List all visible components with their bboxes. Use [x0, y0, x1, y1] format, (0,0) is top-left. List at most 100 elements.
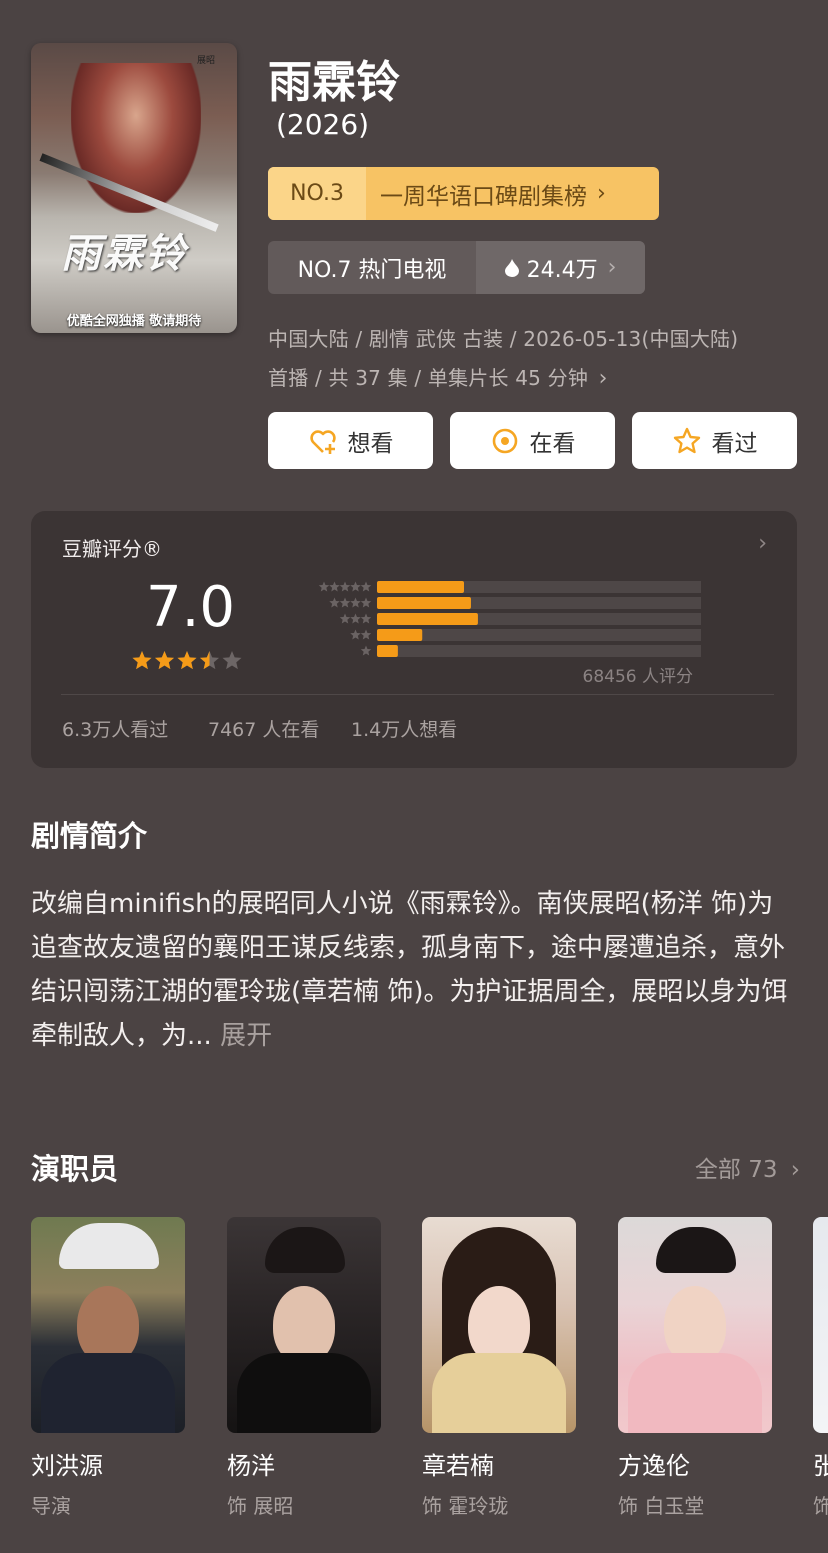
rating-score: 7.0 — [146, 575, 236, 640]
cast-role: 导演 — [31, 1494, 71, 1518]
rating-header: 豆瓣评分® — [62, 537, 162, 561]
cast-name: 方逸伦 — [618, 1452, 690, 1480]
rating-bar — [377, 629, 423, 641]
cast-card[interactable]: 章若楠 饰 霍玲珑 — [422, 1217, 576, 1519]
meta-info-line-2[interactable]: 首播 / 共 37 集 / 单集片长 45 分钟 › — [268, 362, 608, 391]
chevron-right-icon: › — [758, 531, 767, 556]
star-icon — [360, 645, 372, 656]
cast-cap — [59, 1223, 159, 1269]
synopsis-text[interactable]: 改编自minifish的展昭同人小说《雨霖铃》。南侠展昭(杨洋 饰)为追查故友遗… — [31, 882, 797, 1058]
poster-calligraphy: 雨霖铃 — [61, 231, 187, 277]
ranking-badge[interactable]: NO.3 一周华语口碑剧集榜 › — [268, 167, 659, 220]
heat-wrap: 24.4万 › — [476, 241, 645, 294]
star-icon — [329, 581, 340, 592]
flame-icon — [504, 258, 519, 277]
star-icon — [329, 597, 340, 608]
star-icon — [339, 581, 351, 592]
rating-bar-track — [377, 629, 701, 641]
rating-bar-track — [377, 645, 701, 657]
divider — [61, 694, 774, 695]
rating-bar — [377, 597, 471, 609]
watched-button[interactable]: 看过 — [632, 412, 797, 469]
cast-body — [237, 1353, 371, 1433]
cast-photo — [618, 1217, 772, 1433]
synopsis-body: 改编自minifish的展昭同人小说《雨霖铃》。南侠展昭(杨洋 饰)为追查故友遗… — [31, 889, 788, 1051]
cast-body — [432, 1353, 566, 1433]
chevron-right-icon: › — [790, 1157, 800, 1183]
meta-info-line: 中国大陆 / 剧情 武侠 古装 / 2026-05-13(中国大陆) — [268, 327, 739, 351]
cast-name: 章若楠 — [422, 1452, 494, 1480]
star-icon — [360, 597, 372, 608]
synopsis-heading: 剧情简介 — [31, 819, 148, 853]
filled-star-icon — [132, 651, 152, 670]
chevron-right-icon: › — [607, 255, 617, 280]
watching-count: 7467 人在看 — [208, 719, 320, 741]
watching-button[interactable]: 在看 — [450, 412, 615, 469]
cast-role: 饰 — [813, 1494, 828, 1518]
want-to-watch-label: 想看 — [347, 430, 394, 457]
rating-vote-count: 68456 人评分 — [582, 667, 693, 687]
cast-card[interactable]: 杨洋 饰 展昭 — [227, 1217, 381, 1519]
filled-star-icon — [154, 651, 175, 670]
target-icon — [492, 428, 517, 453]
watching-label: 在看 — [529, 430, 576, 457]
cast-card[interactable]: 刘洪源 导演 — [31, 1217, 185, 1519]
rating-bar — [377, 645, 398, 657]
poster-footer: 优酷全网独播 敬请期待 — [66, 314, 202, 329]
cast-hair — [265, 1227, 345, 1273]
rating-card[interactable]: 豆瓣评分® › 7.0 68456 人评分 6.3万人看过 7467 人在看 1… — [31, 511, 797, 768]
heat-value: 24.4万 — [526, 257, 598, 283]
cast-role: 饰 白玉堂 — [618, 1494, 705, 1518]
cast-body — [41, 1353, 175, 1433]
rating-bar — [377, 613, 478, 625]
watched-count: 6.3万人看过 — [62, 719, 169, 741]
chevron-right-icon: › — [597, 181, 606, 206]
chevron-right-icon: › — [598, 366, 608, 391]
star-icon — [350, 629, 361, 640]
ranking-label-wrap: 一周华语口碑剧集榜 › — [366, 167, 659, 220]
cast-photo — [31, 1217, 185, 1433]
star-icon — [360, 613, 372, 624]
hot-label: NO.7 热门电视 — [297, 257, 447, 283]
poster-corner-text: 展昭 — [196, 56, 215, 66]
star-outline-icon — [673, 427, 700, 453]
cast-photo — [813, 1217, 828, 1433]
cast-card[interactable]: 方逸伦 饰 白玉堂 — [618, 1217, 772, 1519]
cast-card[interactable]: 张 饰 — [813, 1217, 828, 1519]
cast-all-link[interactable]: 全部 73 › — [695, 1150, 800, 1184]
rating-distribution — [318, 581, 701, 657]
meta-episodes: 首播 / 共 37 集 / 单集片长 45 分钟 — [268, 366, 589, 390]
cast-body — [628, 1353, 762, 1433]
filled-star-icon — [177, 651, 197, 670]
cast-all-label: 全部 73 — [694, 1157, 778, 1183]
star-icon — [360, 581, 372, 592]
expand-link[interactable]: 展开 — [220, 1021, 272, 1051]
cast-photo — [227, 1217, 381, 1433]
cast-heading: 演职员 — [31, 1152, 119, 1186]
cast-hair — [656, 1227, 736, 1273]
star-icon — [339, 597, 351, 608]
want-to-watch-button[interactable]: 想看 — [268, 412, 433, 469]
star-icon — [350, 613, 361, 624]
cast-name: 刘洪源 — [31, 1452, 103, 1480]
want-count: 1.4万人想看 — [351, 719, 458, 741]
star-icon — [222, 651, 242, 670]
cast-role: 饰 霍玲珑 — [422, 1494, 509, 1518]
rating-bar — [377, 581, 464, 593]
rating-stars — [132, 651, 242, 670]
poster-image[interactable]: 展昭 雨霖铃 优酷全网独播 敬请期待 — [31, 43, 237, 333]
star-icon — [318, 581, 330, 592]
cast-name: 张 — [813, 1452, 828, 1480]
star-icon — [350, 581, 361, 592]
cast-name: 杨洋 — [227, 1452, 275, 1480]
cast-role: 饰 展昭 — [227, 1494, 294, 1518]
release-year: (2026) — [276, 108, 370, 141]
watched-label: 看过 — [711, 430, 758, 457]
star-icon — [350, 597, 361, 608]
cast-photo — [422, 1217, 576, 1433]
hot-badge[interactable]: NO.7 热门电视 24.4万 › — [268, 241, 645, 294]
star-icon — [360, 629, 372, 640]
heart-plus-icon — [309, 429, 336, 454]
ranking-label: 一周华语口碑剧集榜 — [380, 183, 587, 210]
ranking-number: NO.3 — [268, 167, 366, 220]
